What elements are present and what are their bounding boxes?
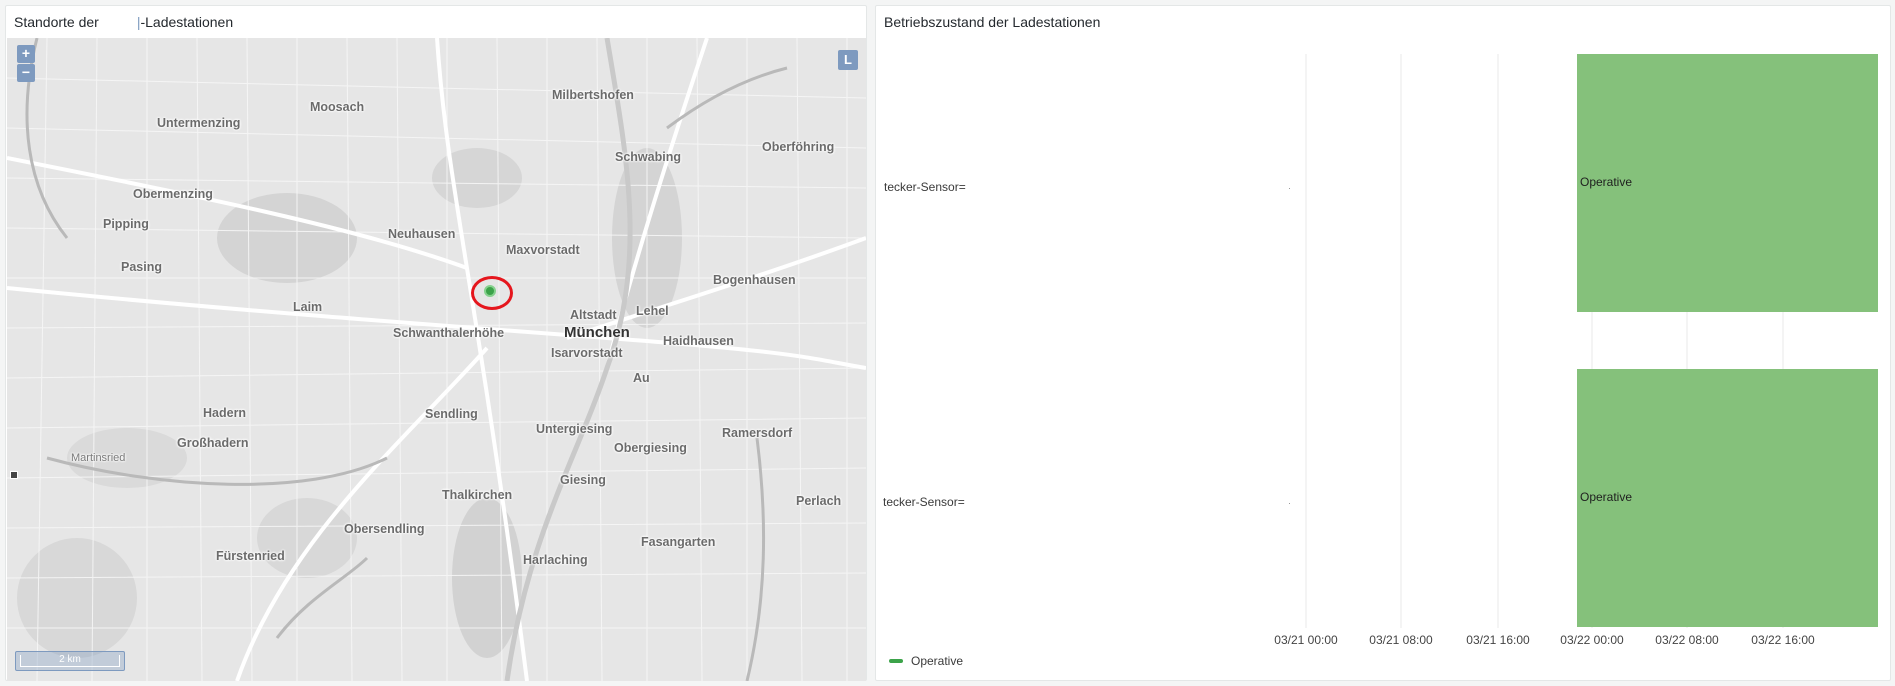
map-edge-control-icon[interactable] <box>10 471 18 479</box>
x-tick-label: 03/21 08:00 <box>1369 633 1433 647</box>
place-label: Milbertshofen <box>552 88 634 102</box>
legend-swatch <box>889 659 903 663</box>
state-bar[interactable]: Operative <box>1577 369 1878 627</box>
place-label: Giesing <box>560 473 606 487</box>
place-label: Ramersdorf <box>722 426 793 440</box>
state-bar-label: Operative <box>1580 175 1633 189</box>
place-label: Hadern <box>203 406 247 420</box>
zoom-in-button[interactable]: + <box>17 45 35 63</box>
place-label: Harlaching <box>523 553 588 567</box>
x-tick-label: 03/22 08:00 <box>1655 633 1719 647</box>
row-label: tecker-Sensor= <box>884 180 966 194</box>
x-tick-label: 03/22 00:00 <box>1560 633 1624 647</box>
x-tick-label: 03/21 00:00 <box>1274 633 1338 647</box>
place-label: Fürstenried <box>216 549 285 563</box>
place-label: Obermenzing <box>133 187 213 201</box>
place-label: Perlach <box>796 494 842 508</box>
place-label: Isarvorstadt <box>551 346 623 360</box>
map-tiles <box>7 38 866 681</box>
place-label: Altstadt <box>570 308 617 322</box>
place-label: Haidhausen <box>663 334 734 348</box>
row-label: tecker-Sensor= <box>883 495 965 509</box>
place-label: Fasangarten <box>641 535 716 549</box>
place-label: Bogenhausen <box>713 273 796 287</box>
layer-switch-button[interactable]: L <box>838 50 858 70</box>
x-tick-label: 03/22 16:00 <box>1751 633 1815 647</box>
place-label: Lehel <box>636 304 669 318</box>
place-label: Thalkirchen <box>442 488 513 502</box>
scale-label: 2 km <box>20 655 120 667</box>
state-bar-label: Operative <box>1580 490 1633 504</box>
place-label: Untergiesing <box>536 422 613 436</box>
place-label: Schwabing <box>615 150 681 164</box>
place-label: Obergiesing <box>614 441 687 455</box>
charging-station-marker[interactable] <box>484 285 496 297</box>
place-label: Maxvorstadt <box>506 243 580 257</box>
place-label: Schwanthalerhöhe <box>393 326 505 340</box>
scale-bar: 2 km <box>15 651 125 671</box>
place-label: Pasing <box>121 260 162 274</box>
map-panel-title: Standorte der |-Ladestationen <box>14 14 234 30</box>
place-label: Obersendling <box>344 522 425 536</box>
zoom-out-button[interactable]: − <box>17 64 35 82</box>
place-label: Großhadern <box>177 436 249 450</box>
place-label: Laim <box>293 300 323 314</box>
place-label: Martinsried <box>71 452 126 464</box>
x-tick-label: 03/21 16:00 <box>1466 633 1530 647</box>
map-panel: Standorte der |-Ladestationen Moosach Mi… <box>5 5 867 681</box>
place-label: Oberföhring <box>762 140 835 154</box>
row-marker-dot <box>1289 503 1290 504</box>
legend-label: Operative <box>911 654 964 668</box>
place-label: Untermenzing <box>157 116 241 130</box>
place-label-city: München <box>564 324 630 341</box>
place-label: Pipping <box>103 217 149 231</box>
state-bar[interactable]: Operative <box>1577 54 1878 312</box>
state-timeline: tecker-Sensor= tecker-Sensor= Operative … <box>876 6 1892 682</box>
place-label: Moosach <box>310 100 365 114</box>
place-label: Neuhausen <box>388 227 456 241</box>
state-timeline-panel: Betriebszustand der Ladestationen tecker… <box>875 5 1891 681</box>
place-label: Au <box>633 371 650 385</box>
legend[interactable]: Operative <box>889 654 963 668</box>
map-view[interactable]: Moosach Milbertshofen Untermenzing Oberf… <box>7 38 866 681</box>
row-marker-dot <box>1289 188 1290 189</box>
place-label: Sendling <box>425 407 478 421</box>
